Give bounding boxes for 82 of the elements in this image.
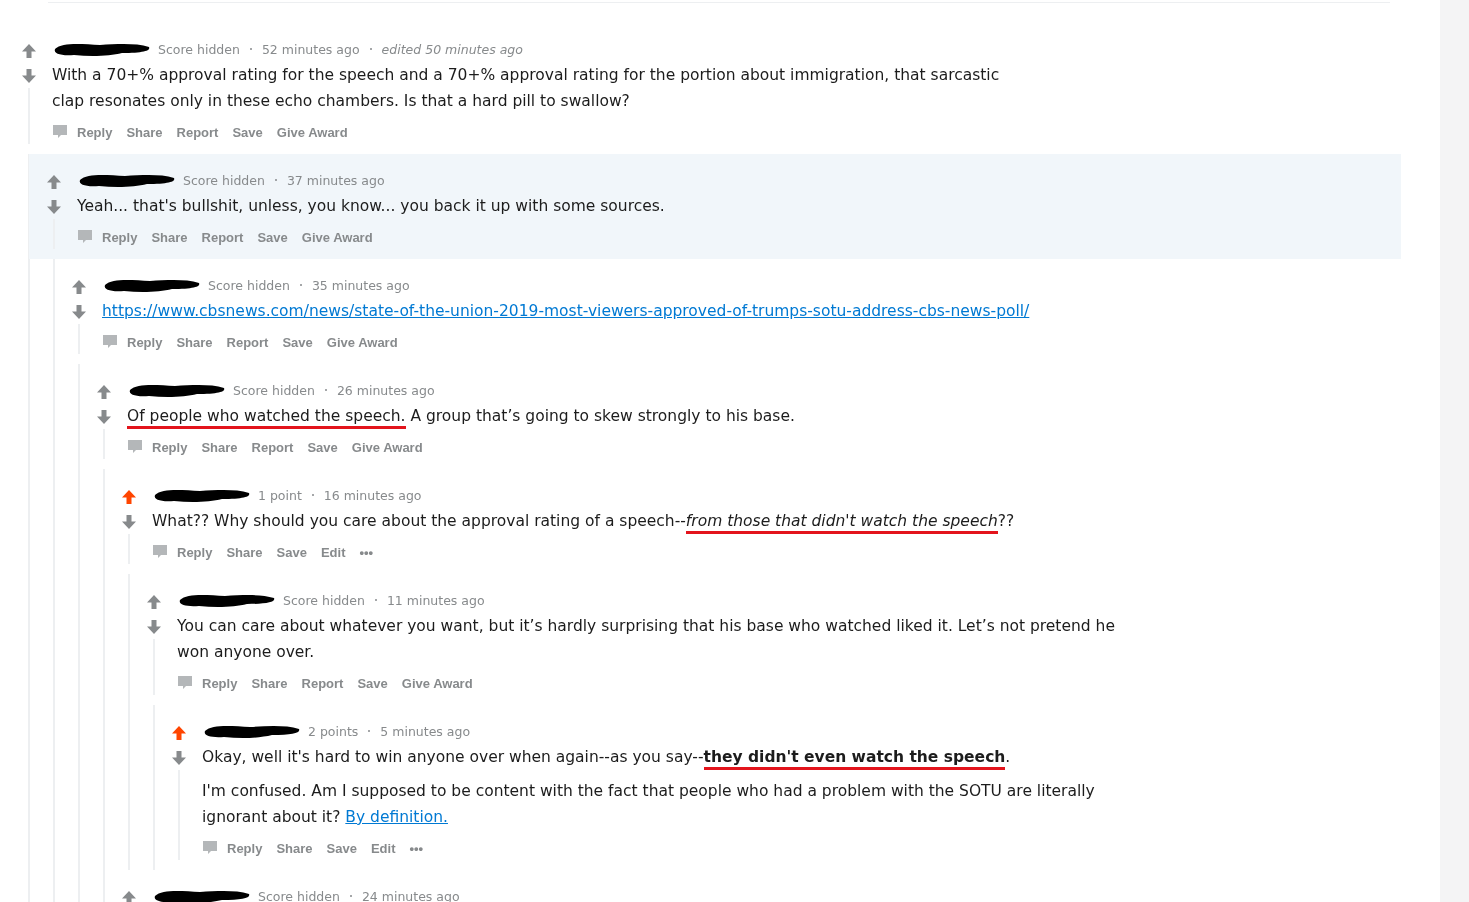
action-button[interactable]: Share: [201, 439, 238, 455]
upvote-icon[interactable]: [45, 174, 62, 190]
action-button[interactable]: Report: [251, 439, 294, 455]
action-button[interactable]: Give Award: [276, 124, 348, 140]
score-text: Score hidden: [208, 277, 290, 293]
action-button[interactable]: Report: [201, 229, 244, 245]
downvote-icon[interactable]: [95, 409, 112, 425]
comment-text: I'm confused. Am I supposed to be content with the fact that people who had a problem with the SOTU are literally ignorant about it? By definition.: [202, 781, 1096, 828]
comment-text: What?? Why should you care about the approval rating of a speech--from those that didn't watch the speech??: [152, 508, 1107, 534]
timestamp: 37 minutes ago: [286, 172, 385, 188]
comment-icon: [202, 840, 218, 856]
score-text: Score hidden: [158, 41, 240, 57]
comment-icon: [102, 334, 118, 350]
reply-button[interactable]: Reply: [52, 124, 113, 140]
action-button[interactable]: Share: [251, 675, 288, 691]
timestamp: 11 minutes ago: [386, 592, 485, 608]
upvote-icon[interactable]: [120, 489, 137, 505]
action-button[interactable]: Save: [307, 439, 338, 455]
upvote-icon[interactable]: [20, 43, 37, 59]
action-button[interactable]: Give Award: [301, 229, 373, 245]
reply-button[interactable]: Reply: [77, 229, 138, 245]
reply-button[interactable]: Reply: [127, 439, 188, 455]
comment-icon: [152, 544, 168, 560]
comment-icon: [52, 124, 68, 140]
action-button[interactable]: Share: [226, 544, 263, 560]
downvote-icon[interactable]: [120, 514, 137, 530]
comment-text: Of people who watched the speech. A group that’s going to skew strongly to his base.: [127, 403, 1082, 429]
downvote-icon[interactable]: [145, 619, 162, 635]
downvote-icon[interactable]: [170, 750, 187, 766]
comment-text: You can care about whatever you want, but it’s hardly surprising that his base who watched liked it. Let’s not pretend he won anyone over.: [177, 616, 1116, 663]
link[interactable]: By definition.: [345, 808, 448, 826]
upvote-icon[interactable]: [145, 594, 162, 610]
action-button[interactable]: Report: [226, 334, 269, 350]
action-button[interactable]: Save: [357, 675, 388, 691]
action-button[interactable]: Share: [151, 229, 188, 245]
downvote-icon[interactable]: [70, 304, 87, 320]
reply-button[interactable]: Reply: [152, 544, 213, 560]
timestamp: 52 minutes ago: [261, 41, 360, 57]
timestamp: 5 minutes ago: [380, 723, 471, 739]
action-button[interactable]: Report: [301, 675, 344, 691]
upvote-icon[interactable]: [170, 725, 187, 741]
action-button[interactable]: Share: [126, 124, 163, 140]
downvote-icon[interactable]: [20, 68, 37, 84]
comment-icon: [127, 439, 143, 455]
edited-timestamp: edited 50 minutes ago: [381, 41, 523, 57]
action-button[interactable]: Save: [326, 840, 357, 856]
action-button[interactable]: Save: [232, 124, 263, 140]
action-button[interactable]: Share: [276, 840, 313, 856]
action-button[interactable]: Report: [176, 124, 219, 140]
reply-button[interactable]: Reply: [102, 334, 163, 350]
timestamp: 26 minutes ago: [336, 382, 435, 398]
comment-text: Yeah... that's bullshit, unless, you know... you back it up with some sources.: [77, 196, 666, 217]
action-button[interactable]: Save: [282, 334, 313, 350]
comment-text: With a 70+% approval rating for the speech and a 70+% approval rating for the portion about immigration, that sarcastic clap resonates only in these echo chambers. Is that a hard pill to swallow?: [52, 65, 1001, 112]
action-button[interactable]: Share: [176, 334, 213, 350]
score-text: Score hidden: [283, 592, 365, 608]
action-button[interactable]: Edit: [370, 840, 396, 856]
upvote-icon[interactable]: [120, 890, 137, 902]
score-text: 1 point: [258, 487, 302, 503]
comment-icon: [177, 675, 193, 691]
action-button[interactable]: •••: [409, 840, 424, 856]
upvote-icon[interactable]: [95, 384, 112, 400]
upvote-icon[interactable]: [70, 279, 87, 295]
score-text: Score hidden: [258, 888, 340, 902]
timestamp: 35 minutes ago: [311, 277, 410, 293]
score-text: Score hidden: [183, 172, 265, 188]
action-button[interactable]: Save: [276, 544, 307, 560]
score-text: Score hidden: [233, 382, 315, 398]
action-button[interactable]: Give Award: [351, 439, 423, 455]
score-text: 2 points: [308, 723, 359, 739]
action-button[interactable]: •••: [359, 544, 374, 560]
comment-text: Okay, well it's hard to win anyone over when again--as you say--they didn't even watch the speech.: [202, 744, 1157, 770]
action-button[interactable]: Give Award: [326, 334, 398, 350]
timestamp: 16 minutes ago: [323, 487, 422, 503]
comment-icon: [77, 229, 93, 245]
action-button[interactable]: Edit: [320, 544, 346, 560]
action-button[interactable]: Save: [257, 229, 288, 245]
action-button[interactable]: Give Award: [401, 675, 473, 691]
link[interactable]: https://www.cbsnews.com/news/state-of-the-union-2019-most-viewers-approved-of-trumps-sotu-address-cbs-news-poll/: [102, 302, 1030, 320]
reply-button[interactable]: Reply: [202, 840, 263, 856]
downvote-icon[interactable]: [45, 199, 62, 215]
reply-button[interactable]: Reply: [177, 675, 238, 691]
